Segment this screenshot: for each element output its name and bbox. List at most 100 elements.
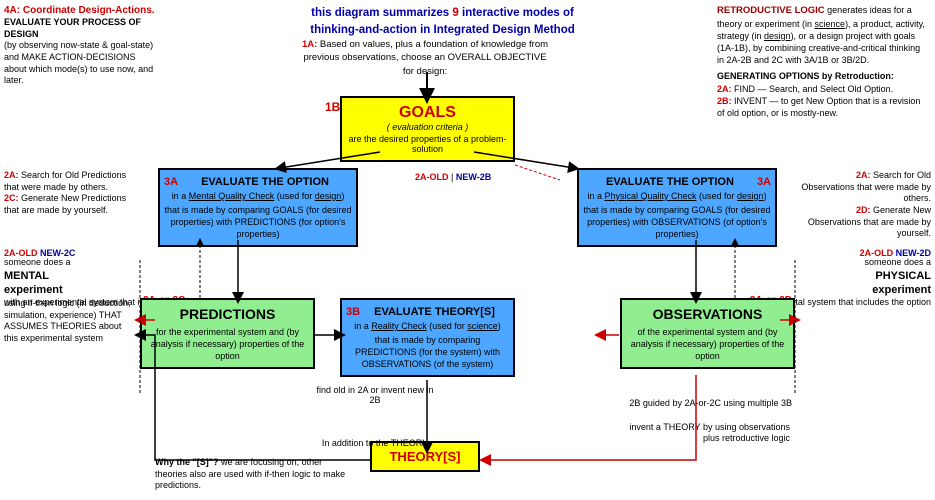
- eval-left-sub: in a Mental Quality Check (used for desi…: [164, 190, 352, 202]
- bottom-center-text: In addition to the THEORY: [315, 438, 435, 450]
- goals-sub: ( evaluation criteria ): [346, 122, 509, 132]
- guided-text: 2B guided by 2A-or-2C using multiple 3B: [629, 398, 792, 408]
- eval-left-3a: 3A: [164, 175, 178, 190]
- pred-desc: for the experimental system and (by anal…: [146, 326, 309, 362]
- eval-right-box: 3A EVALUATE THE OPTION in a Physical Qua…: [577, 168, 777, 247]
- eval-right-title: EVALUATE THE OPTION: [583, 175, 771, 190]
- left-2a-text: Search for Old Predictions that were mad…: [4, 170, 126, 192]
- gen-2a-text: FIND — Search, and Select Old Option.: [732, 84, 894, 94]
- invent-text: invent a THEORY by using observations pl…: [629, 422, 790, 444]
- right-2d-text: Generate New Observations that are made …: [808, 205, 931, 238]
- eval-right-sub2: (used for: [697, 191, 738, 201]
- et-science: science: [467, 321, 498, 331]
- marker-new-2b: NEW-2B: [456, 172, 491, 182]
- coord-label: 4A: Coordinate Design-Actions.: [4, 4, 159, 17]
- marker-2aold-new2b: 2A-OLD | NEW-2B: [415, 172, 491, 182]
- gen-2b-text: INVENT — to get New Option that is a rev…: [717, 96, 920, 118]
- marker-sep-2b: |: [451, 172, 453, 182]
- goals-box: GOALS ( evaluation criteria ) are the de…: [340, 96, 515, 162]
- left-2c-text: Generate New Predictions that are made b…: [4, 193, 126, 215]
- left-2c-label: 2C:: [4, 193, 19, 203]
- left-2a-label: 2A:: [4, 170, 19, 180]
- header-method: Integrated Design Method: [434, 24, 575, 36]
- eval-left-desc: that is made by comparing GOALS (for des…: [164, 204, 352, 240]
- invent-theory-text: invent a THEORY by using observations pl…: [620, 422, 790, 445]
- guided-2b-label: 2B guided by 2A-or-2C using multiple 3B: [617, 398, 792, 408]
- left-mid-annot: 2A: Search for Old Predictions that were…: [4, 170, 134, 217]
- label-1b: 1B: [325, 100, 340, 114]
- gen-2b-label: 2B:: [717, 96, 732, 106]
- predictions-box: PREDICTIONS for the experimental system …: [140, 298, 315, 369]
- header-interactive: interactive modes of: [462, 7, 574, 19]
- eval-right-sub: in a Physical Quality Check (used for de…: [583, 190, 771, 202]
- right-2a-label: 2A:: [856, 170, 871, 180]
- eval-right-physical: Physical Quality Check: [604, 191, 696, 201]
- left-top-desc: (by observing now-state & goal-state) an…: [4, 40, 159, 87]
- retro-science: science: [815, 19, 846, 29]
- eval-left-title: EVALUATE THE OPTION: [164, 175, 352, 190]
- eval-label: EVALUATE YOUR PROCESS OF DESIGN: [4, 17, 159, 40]
- find-old-text: find old in 2A or invent new in 2B: [316, 385, 433, 405]
- mental-label: MENTAL: [4, 269, 213, 283]
- gen-item-2a: 2A: FIND — Search, and Select Old Option…: [717, 83, 927, 95]
- retro-design: design: [764, 31, 791, 41]
- et-sub: in a Reality Check (used for science): [346, 320, 509, 332]
- et-sub1: in a: [354, 321, 371, 331]
- main-container: this diagram summarizes 9 interactive mo…: [0, 0, 935, 500]
- right-2d-line: 2D: Generate New Observations that are m…: [801, 205, 931, 240]
- header-part1: this diagram summarizes: [311, 7, 452, 19]
- if-then-text: using if-then logic (in deduction, simul…: [4, 298, 134, 345]
- goals-desc: are the desired properties of a problem-…: [346, 134, 509, 154]
- gen-item-2b: 2B: INVENT — to get New Option that is a…: [717, 95, 927, 119]
- right-2a-line: 2A: Search for Old Observations that wer…: [801, 170, 931, 205]
- eval-left-sub3: ): [341, 191, 344, 201]
- someone-left-text: someone does a: [4, 257, 213, 269]
- eval-right-desc: that is made by comparing GOALS (for des…: [583, 204, 771, 240]
- et-reality: Reality Check: [371, 321, 427, 331]
- bottom-left-text: Why the "[S]"? we are focusing on, other…: [155, 457, 355, 492]
- header-part3: in: [417, 24, 434, 36]
- gen-title: GENERATING OPTIONS by Retroduction:: [717, 71, 894, 81]
- et-sub3: ): [498, 321, 501, 331]
- physical-label: PHYSICAL: [722, 269, 931, 283]
- theory-title: THEORY[S]: [376, 449, 474, 464]
- et-title: EVALUATE THEORY[S]: [346, 305, 509, 320]
- pred-title: PREDICTIONS: [146, 305, 309, 324]
- eval-theory-box: 3B EVALUATE THEORY[S] in a Reality Check…: [340, 298, 515, 377]
- eval-right-3a: 3A: [757, 175, 771, 190]
- addition-theory-text: In addition to the THEORY: [322, 438, 428, 448]
- et-desc: that is made by comparing PREDICTIONS (f…: [346, 334, 509, 370]
- header-nine: 9: [452, 7, 458, 19]
- eval-right-sub3: ): [764, 191, 767, 201]
- header-thinking: thinking-and-action: [310, 24, 417, 36]
- center-top-text-body: Based on values, plus a foundation of kn…: [303, 39, 548, 77]
- eval-left-box: 3A EVALUATE THE OPTION in a Mental Quali…: [158, 168, 358, 247]
- label-1a: 1A:: [302, 39, 317, 50]
- gen-options-title: GENERATING OPTIONS by Retroduction:: [717, 70, 927, 82]
- left-2a-line: 2A: Search for Old Predictions that were…: [4, 170, 134, 193]
- someone-right-text: someone does a: [722, 257, 931, 269]
- et-3b-label: 3B: [346, 305, 360, 320]
- goals-title: GOALS: [346, 104, 509, 122]
- why-s-label: Why the "[S]"?: [155, 457, 219, 467]
- observations-box: OBSERVATIONS of the experimental system …: [620, 298, 795, 369]
- eval-left-sub1: in a: [172, 191, 189, 201]
- retro-logic-box: RETRODUCTIVE LOGIC generates ideas for a…: [717, 4, 927, 119]
- eval-left-sub2: (used for: [274, 191, 315, 201]
- obs-title: OBSERVATIONS: [626, 305, 789, 324]
- obs-desc: of the experimental system and (by analy…: [626, 326, 789, 362]
- find-old-2a: find old in 2A or invent new in 2B: [315, 385, 435, 405]
- left-2c-line: 2C: Generate New Predictions that are ma…: [4, 193, 134, 216]
- eval-right-design2: design: [737, 191, 764, 201]
- right-mid-annot: 2A: Search for Old Observations that wer…: [801, 170, 931, 240]
- eval-left-design: design: [315, 191, 342, 201]
- right-2d-label: 2D:: [856, 205, 871, 215]
- center-top-1a: 1A: Based on values, plus a foundation o…: [300, 38, 550, 78]
- left-top-coord: 4A: Coordinate Design-Actions. EVALUATE …: [4, 4, 159, 87]
- et-sub2: (used for: [427, 321, 468, 331]
- marker-old-2b: 2A-OLD: [415, 172, 449, 182]
- eval-left-mental: Mental Quality Check: [189, 191, 275, 201]
- retro-title: RETRODUCTIVE LOGIC: [717, 5, 825, 16]
- left-pred-annot: using if-then logic (in deduction, simul…: [4, 298, 134, 345]
- gen-2a-label: 2A:: [717, 84, 732, 94]
